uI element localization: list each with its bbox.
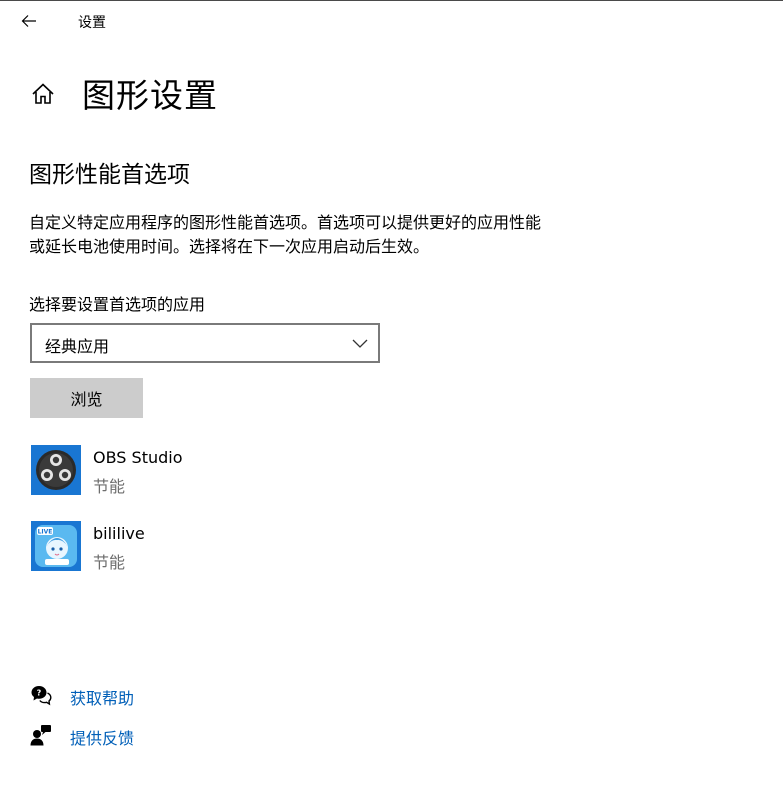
feedback-person-icon (30, 725, 51, 746)
bililive-icon: LIVE (31, 521, 81, 571)
title-bar: 设置 (0, 1, 783, 41)
settings-window: 设置 图形设置 图形性能首选项 自定义特定应用程序的图形性能首选项。首选项可以提… (0, 0, 783, 809)
back-button[interactable] (12, 5, 46, 37)
browse-button[interactable]: 浏览 (30, 378, 143, 418)
section-title: 图形性能首选项 (29, 162, 190, 188)
chat-help-icon: ? (31, 686, 52, 706)
chevron-down-icon (352, 339, 368, 348)
get-help-text: 获取帮助 (70, 689, 135, 708)
app-type-label: 选择要设置首选项的应用 (29, 295, 206, 314)
app-name: bililive (93, 524, 145, 543)
back-arrow-icon (21, 15, 36, 27)
home-icon[interactable] (30, 81, 56, 107)
app-name: OBS Studio (93, 448, 183, 467)
dropdown-selected-value: 经典应用 (45, 337, 110, 356)
give-feedback-text: 提供反馈 (70, 729, 135, 748)
section-description: 自定义特定应用程序的图形性能首选项。首选项可以提供更好的应用性能 或延长电池使用… (29, 211, 629, 259)
app-status: 节能 (93, 553, 126, 572)
app-list-item-bililive[interactable]: LIVE bililive 节能 (30, 521, 530, 573)
window-title: 设置 (78, 15, 106, 31)
description-line-2: 或延长电池使用时间。选择将在下一次应用启动后生效。 (29, 237, 430, 256)
app-type-dropdown[interactable]: 经典应用 (30, 323, 380, 363)
app-list-item-obs[interactable]: OBS Studio 节能 (30, 445, 530, 497)
obs-icon (31, 445, 81, 495)
description-line-1: 自定义特定应用程序的图形性能首选项。首选项可以提供更好的应用性能 (29, 213, 542, 232)
app-status: 节能 (93, 477, 126, 496)
svg-text:LIVE: LIVE (38, 529, 53, 536)
svg-text:?: ? (37, 689, 42, 698)
page-title: 图形设置 (82, 76, 218, 115)
